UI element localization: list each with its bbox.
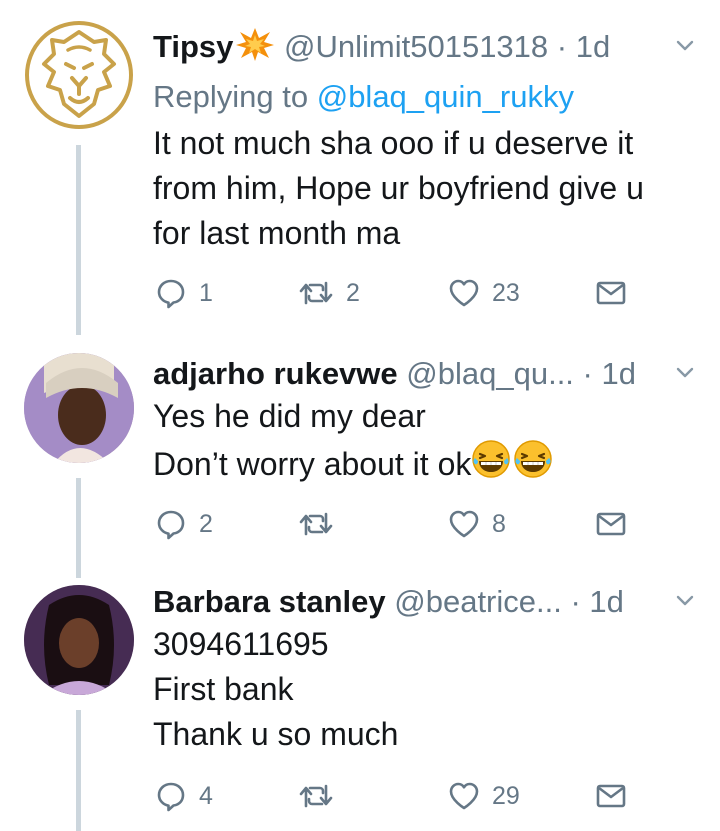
like-button[interactable]: 23 bbox=[448, 273, 520, 313]
tweet-text: Yes he did my dear Don’t worry about it … bbox=[153, 394, 553, 487]
avatar[interactable] bbox=[24, 585, 134, 695]
lion-logo-icon bbox=[25, 21, 133, 129]
tweet-actions: 4 29 bbox=[153, 776, 633, 816]
like-count: 23 bbox=[492, 278, 520, 307]
tweet-header: Tipsy @Unlimit50151318 · 1d bbox=[153, 25, 610, 69]
direct-message-button[interactable] bbox=[595, 273, 627, 313]
tweet-text-line: Thank u so much bbox=[153, 716, 399, 752]
retweet-icon bbox=[298, 780, 334, 812]
avatar[interactable] bbox=[24, 353, 134, 463]
reply-icon bbox=[155, 508, 187, 540]
grinning-squinting-face-icon bbox=[513, 439, 553, 479]
avatar-photo bbox=[24, 585, 134, 695]
reply-mention-link[interactable]: @blaq_quin_rukky bbox=[317, 79, 574, 114]
tweet-text-line-with-emoji: Don’t worry about it ok bbox=[153, 439, 553, 487]
reply-icon bbox=[155, 780, 187, 812]
reply-count: 4 bbox=[199, 781, 213, 810]
tweet-text-line: First bank bbox=[153, 671, 294, 707]
mail-icon bbox=[595, 277, 627, 309]
chevron-down-icon[interactable] bbox=[672, 360, 698, 386]
reply-button[interactable]: 2 bbox=[155, 504, 213, 544]
direct-message-button[interactable] bbox=[595, 504, 627, 544]
tweet[interactable]: Tipsy @Unlimit50151318 · 1d Replying to … bbox=[0, 0, 720, 330]
user-handle[interactable]: @beatrice... bbox=[394, 584, 562, 619]
heart-icon bbox=[448, 277, 480, 309]
like-count: 29 bbox=[492, 781, 520, 810]
tweet-text: 3094611695 First bank Thank u so much bbox=[153, 622, 398, 757]
tweet-header: adjarho rukevwe @blaq_qu... · 1d bbox=[153, 352, 636, 396]
user-handle[interactable]: @blaq_qu... bbox=[406, 356, 574, 391]
reply-prefix: Replying to bbox=[153, 79, 309, 114]
heart-icon bbox=[448, 780, 480, 812]
reply-count: 1 bbox=[199, 278, 213, 307]
mail-icon bbox=[595, 508, 627, 540]
retweet-button[interactable]: 2 bbox=[298, 273, 360, 313]
retweet-count: 2 bbox=[346, 278, 360, 307]
like-button[interactable]: 29 bbox=[448, 776, 520, 816]
grinning-squinting-face-icon bbox=[471, 439, 511, 479]
chevron-down-icon[interactable] bbox=[672, 588, 698, 614]
chevron-down-icon[interactable] bbox=[672, 33, 698, 59]
avatar[interactable] bbox=[24, 20, 134, 130]
retweet-icon bbox=[298, 508, 334, 540]
reply-button[interactable]: 4 bbox=[155, 776, 213, 816]
display-name[interactable]: adjarho rukevwe bbox=[153, 356, 398, 391]
tweet[interactable]: adjarho rukevwe @blaq_qu... · 1d Yes he … bbox=[0, 335, 720, 565]
display-name[interactable]: Barbara stanley bbox=[153, 584, 386, 619]
like-button[interactable]: 8 bbox=[448, 504, 506, 544]
collision-emoji-icon bbox=[236, 28, 275, 61]
retweet-button[interactable] bbox=[298, 776, 346, 816]
retweet-icon bbox=[298, 277, 334, 309]
user-handle[interactable]: @Unlimit50151318 bbox=[284, 29, 548, 64]
display-name[interactable]: Tipsy bbox=[153, 29, 233, 64]
separator-dot: · bbox=[570, 584, 581, 619]
tweet-text: It not much sha ooo if u deserve it from… bbox=[153, 121, 644, 256]
tweet-text-line: from him, Hope ur boyfriend give u bbox=[153, 170, 644, 206]
reply-count: 2 bbox=[199, 509, 213, 538]
tweet-actions: 1 2 23 bbox=[153, 273, 633, 313]
tweet[interactable]: Barbara stanley @beatrice... · 1d 309461… bbox=[0, 565, 720, 831]
reply-button[interactable]: 1 bbox=[155, 273, 213, 313]
tweet-header: Barbara stanley @beatrice... · 1d bbox=[153, 580, 624, 624]
tweet-text-line: Yes he did my dear bbox=[153, 398, 426, 434]
reply-icon bbox=[155, 277, 187, 309]
tweet-text-line: for last month ma bbox=[153, 215, 401, 251]
mail-icon bbox=[595, 780, 627, 812]
like-count: 8 bbox=[492, 509, 506, 538]
retweet-button[interactable] bbox=[298, 504, 346, 544]
separator-dot: · bbox=[556, 29, 568, 64]
tweet-text-line: Don’t worry about it ok bbox=[153, 446, 472, 482]
timestamp[interactable]: 1d bbox=[602, 356, 636, 391]
avatar-photo bbox=[24, 353, 134, 463]
timestamp[interactable]: 1d bbox=[576, 29, 610, 64]
heart-icon bbox=[448, 508, 480, 540]
timestamp[interactable]: 1d bbox=[589, 584, 623, 619]
separator-dot: · bbox=[582, 356, 593, 391]
tweet-text-line: 3094611695 bbox=[153, 626, 329, 662]
tweet-actions: 2 8 bbox=[153, 504, 633, 544]
replying-to: Replying to @blaq_quin_rukky bbox=[153, 75, 574, 119]
direct-message-button[interactable] bbox=[595, 776, 627, 816]
tweet-text-line: It not much sha ooo if u deserve it bbox=[153, 125, 634, 161]
